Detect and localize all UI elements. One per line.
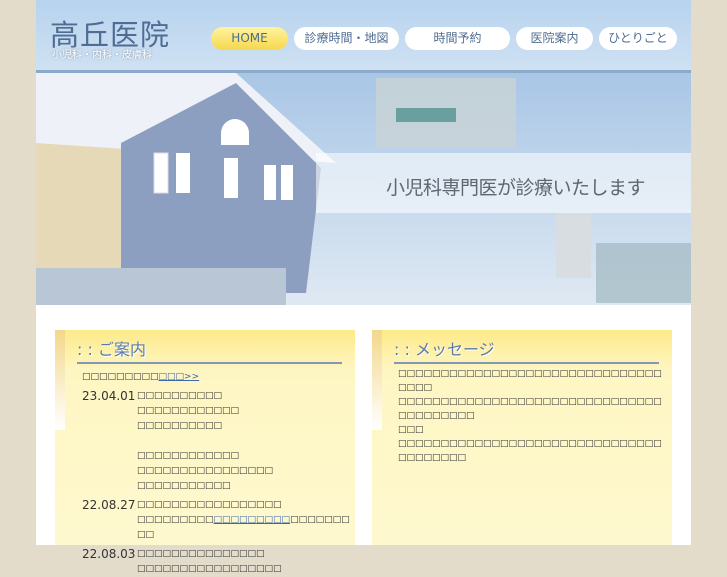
panel-edge [55, 330, 65, 430]
message-line: □□□□□□□□□□□□□□□□□□□□□□□□□□□□□□□□□□□□□□□ [398, 439, 662, 463]
news-line: □□□□□□□□□□□□ [137, 406, 240, 416]
info-body: □□□□□□□□□□□□>> 23.04.01 □□□□□□□□□□ □□□□□… [82, 370, 350, 577]
news-line: □□□□□□□□□□ [137, 391, 223, 401]
news-link[interactable]: □□□□□□□□□ [214, 515, 291, 525]
news-line: □□□□□□□□□□□□□□□□ [137, 466, 274, 476]
page: 高丘医院 小児科・内科・皮膚科 HOME 診療時間・地図 時間予約 医院案内 ひ… [36, 0, 691, 574]
info-title: : : ご案内 [77, 336, 342, 364]
news-date: 22.08.03 [82, 547, 136, 561]
message-title: : : メッセージ [394, 336, 659, 364]
nav-blog[interactable]: ひとりごと [599, 27, 677, 50]
nav-hours-map[interactable]: 診療時間・地図 [294, 27, 399, 50]
news-item: 22.08.27 □□□□□□□□□□□□□□□□□ □□□□□□□□□□□□□… [82, 498, 350, 543]
news-line-blank [137, 434, 350, 449]
message-line: □□□□□□□□□□□□□□□□□□□□□□□□□□□□□□□□□□□□□□□□ [398, 397, 662, 421]
message-line: □□□□□□□□□□□□□□□□□□□□□□□□□□□□□□□□□□□ [398, 369, 662, 393]
news-item: 23.04.01 □□□□□□□□□□ □□□□□□□□□□□□ □□□□□□□… [82, 389, 350, 494]
news-line: □□□□□□□□□ [137, 515, 214, 525]
nav-clinic-info[interactable]: 医院案内 [516, 27, 593, 50]
nav-reservation[interactable]: 時間予約 [405, 27, 510, 50]
news-line: □□□□□□□□□□□□ [137, 451, 240, 461]
hero-banner: 小児科専門医が診療いたします [36, 73, 691, 305]
news-date: 23.04.01 [82, 389, 136, 403]
banner-tagline: 小児科専門医が診療いたします [386, 177, 646, 199]
news-line: □□□□□□□□□□ [137, 421, 223, 431]
message-body: □□□□□□□□□□□□□□□□□□□□□□□□□□□□□□□□□□□ □□□□… [398, 367, 666, 465]
panel-edge [372, 330, 382, 430]
nav-home[interactable]: HOME [211, 27, 288, 50]
message-panel: : : メッセージ □□□□□□□□□□□□□□□□□□□□□□□□□□□□□□… [372, 330, 672, 545]
news-line: □□□□□□□□□□□ [137, 481, 231, 491]
news-line: □□□□□□□□□□□□□□□□□ [137, 500, 282, 510]
news-line: □□□□□□□□□□□□□□□□□ [137, 564, 282, 574]
news-date: 22.08.27 [82, 498, 136, 512]
intro-link[interactable]: □□□>> [159, 372, 200, 382]
clinic-departments: 小児科・内科・皮膚科 [52, 50, 152, 61]
info-panel: : : ご案内 □□□□□□□□□□□□>> 23.04.01 □□□□□□□□… [55, 330, 355, 574]
news-item: 22.08.03 □□□□□□□□□□□□□□□ □□□□□□□□□□□□□□□… [82, 547, 350, 577]
header: 高丘医院 小児科・内科・皮膚科 HOME 診療時間・地図 時間予約 医院案内 ひ… [36, 0, 691, 73]
message-line: □□□ [398, 425, 424, 435]
intro-text: □□□□□□□□□ [82, 372, 159, 382]
news-line: □□□□□□□□□□□□□□□ [137, 549, 265, 559]
